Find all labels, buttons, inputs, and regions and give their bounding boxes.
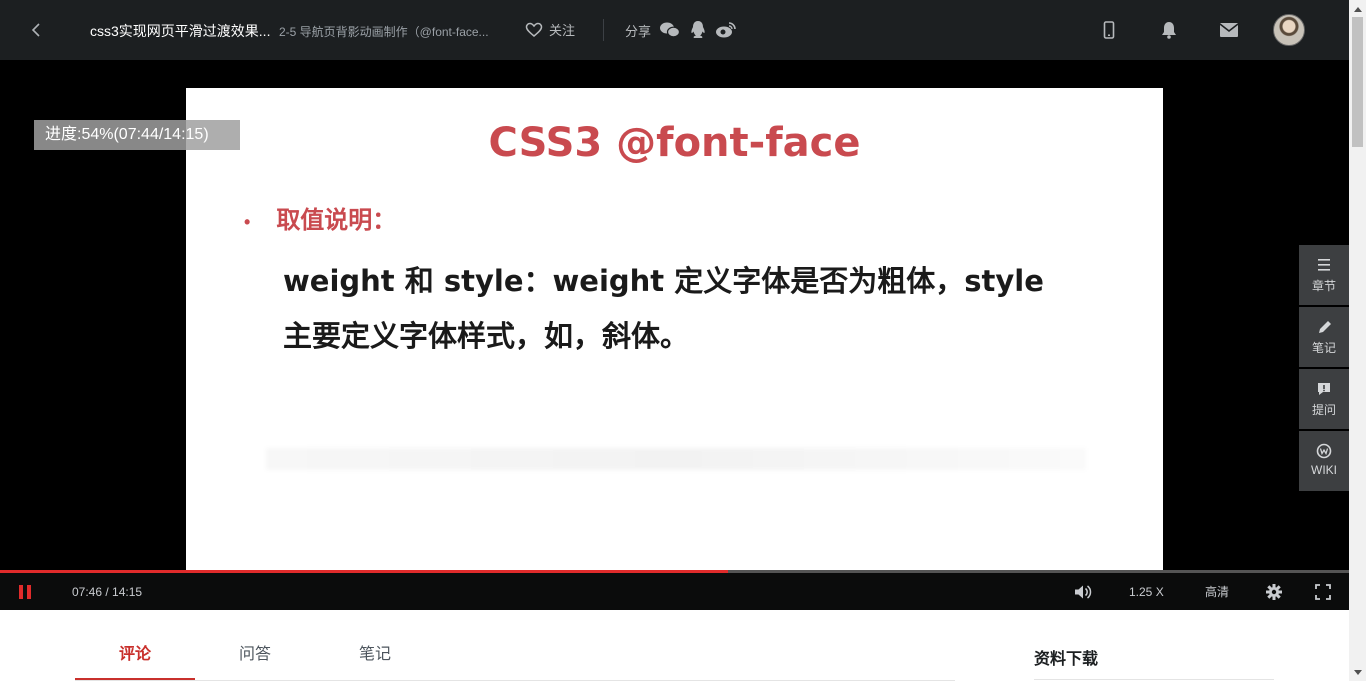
side-nav-label: 章节: [1311, 279, 1336, 293]
slide-faded-text: [266, 448, 1086, 470]
slide-title: CSS3 @font-face: [488, 120, 861, 166]
pencil-icon: [1319, 321, 1331, 333]
resources-heading: 资料下载: [1034, 651, 1099, 668]
messages-button[interactable]: [1217, 18, 1241, 42]
side-nav-wiki[interactable]: WIKI: [1299, 431, 1349, 491]
player-controls: 07:46 / 14:15 1.25 X 高清: [0, 573, 1349, 610]
slide-bullet: • 取值说明：: [244, 200, 396, 235]
follow-label: 关注: [549, 23, 576, 38]
resume-progress-tip: 进度:54%(07:44/14:15): [34, 120, 240, 150]
content-tabs: 评论 问答 笔记: [75, 620, 955, 681]
lesson-title: 2-5 导航页背影动画制作（@font-face...: [279, 25, 489, 39]
tab-qa[interactable]: 问答: [195, 640, 315, 680]
bullet-dot: •: [244, 212, 251, 232]
header-divider: [603, 19, 604, 41]
share-label: 分享: [625, 23, 652, 39]
side-nav: 章节 笔记 提问 WIKI: [1299, 245, 1349, 493]
pause-icon: [19, 584, 31, 599]
time-display: 07:46 / 14:15: [72, 584, 143, 599]
top-bar: css3实现网页平滑过渡效果... 2-5 导航页背影动画制作（@font-fa…: [0, 0, 1349, 60]
chevron-left-icon: [31, 23, 40, 37]
arrow-down-icon: [1353, 669, 1362, 675]
slide-body: weight 和 style：weight 定义字体是否为粗体，style 主要…: [283, 254, 1113, 364]
tab-comments[interactable]: 评论: [75, 640, 195, 680]
course-title[interactable]: css3实现网页平滑过渡效果...: [90, 21, 270, 41]
slide-body-line: weight 和 style：weight 定义字体是否为粗体，style: [283, 264, 1044, 298]
fullscreen-button[interactable]: [1315, 573, 1331, 610]
wechat-icon[interactable]: [659, 21, 681, 39]
side-nav-label: 提问: [1311, 403, 1336, 417]
resources-divider: [1034, 679, 1274, 680]
tab-notes[interactable]: 笔记: [315, 640, 435, 680]
quality-button[interactable]: 高清: [1205, 573, 1229, 610]
video-player[interactable]: CSS3 @font-face • 取值说明： weight 和 style：we…: [0, 60, 1349, 610]
scroll-thumb[interactable]: [1352, 17, 1363, 147]
mobile-app-button[interactable]: [1097, 18, 1121, 42]
side-nav-notes[interactable]: 笔记: [1299, 307, 1349, 367]
slide-body-line: 主要定义字体样式，如，斜体。: [283, 319, 690, 353]
page-scrollbar[interactable]: [1349, 0, 1366, 681]
scroll-down-button[interactable]: [1349, 664, 1366, 681]
question-bubble-icon: [1318, 383, 1330, 395]
phone-icon: [1103, 21, 1115, 39]
side-nav-chapters[interactable]: 章节: [1299, 245, 1349, 305]
settings-button[interactable]: [1265, 573, 1283, 610]
volume-button[interactable]: [1074, 573, 1092, 610]
notifications-button[interactable]: [1157, 18, 1181, 42]
share-group: 分享: [625, 20, 737, 40]
qq-icon[interactable]: [689, 20, 707, 40]
pause-button[interactable]: [16, 573, 34, 610]
weibo-icon[interactable]: [715, 21, 737, 39]
slide-bullet-label: 取值说明：: [276, 207, 397, 234]
side-nav-ask[interactable]: 提问: [1299, 369, 1349, 429]
bell-icon: [1162, 22, 1176, 39]
menu-icon: [1318, 259, 1330, 271]
speed-button[interactable]: 1.25 X: [1129, 573, 1164, 610]
back-button[interactable]: [24, 18, 48, 42]
follow-button[interactable]: 关注: [525, 20, 575, 39]
app: css3实现网页平滑过渡效果... 2-5 导航页背影动画制作（@font-fa…: [0, 0, 1366, 681]
arrow-up-icon: [1353, 6, 1362, 12]
video-frame: CSS3 @font-face • 取值说明： weight 和 style：we…: [186, 88, 1163, 570]
scroll-up-button[interactable]: [1349, 0, 1366, 17]
side-nav-label: WIKI: [1311, 463, 1337, 477]
mail-icon: [1219, 23, 1239, 37]
volume-icon: [1075, 584, 1092, 599]
fullscreen-icon: [1315, 583, 1331, 600]
user-avatar[interactable]: [1273, 14, 1305, 46]
gear-icon: [1266, 583, 1282, 600]
side-nav-label: 笔记: [1311, 341, 1336, 355]
heart-icon: [525, 22, 543, 37]
wiki-icon: [1316, 443, 1332, 459]
